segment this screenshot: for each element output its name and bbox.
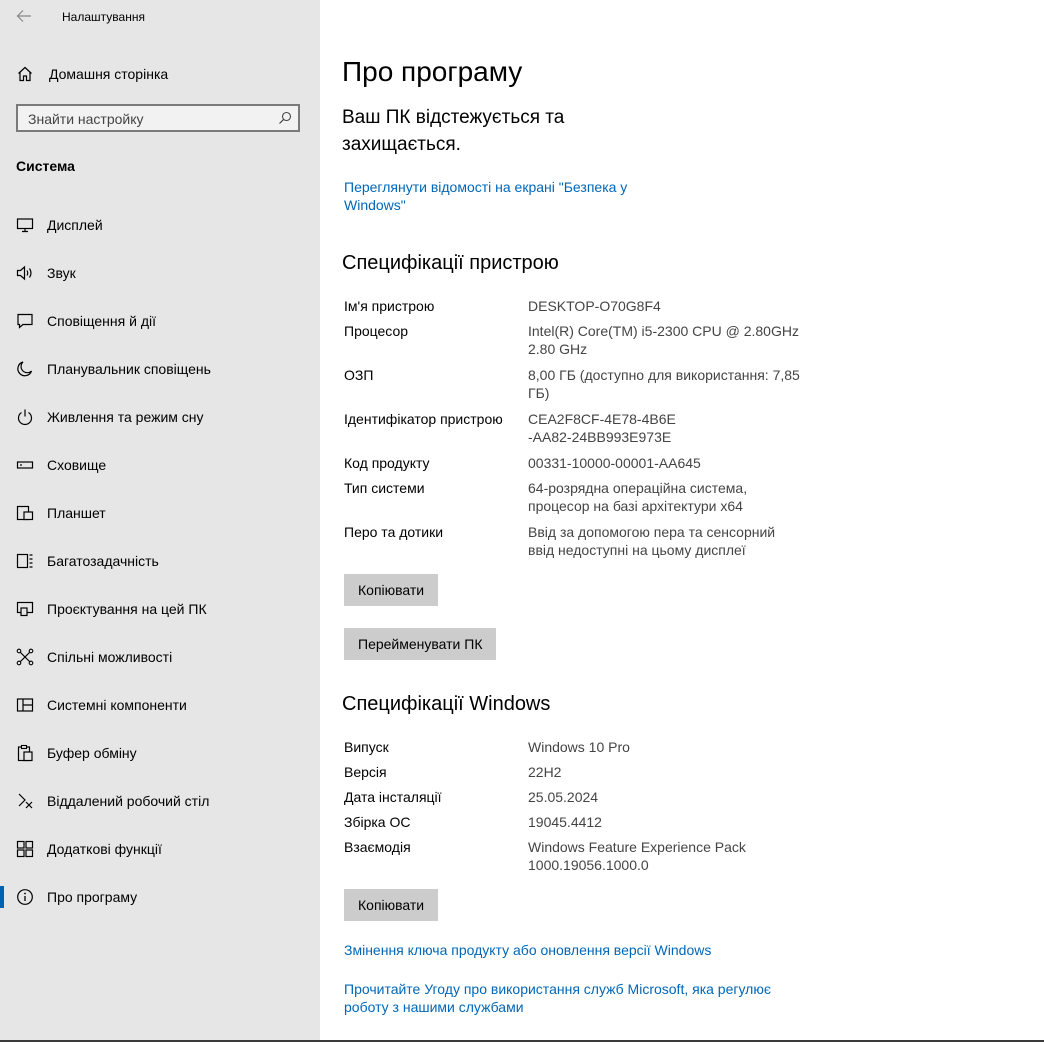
spec-value[interactable]: Ввід за допомогою пера та сенсорний ввід… (528, 523, 783, 559)
sidebar-item-multitasking[interactable]: Багатозадачність (0, 541, 320, 581)
spec-key: Випуск (344, 739, 389, 755)
security-link[interactable]: Переглянути відомості на екрані "Безпека… (344, 178, 654, 214)
sidebar-item-tablet[interactable]: Планшет (0, 493, 320, 533)
spec-value[interactable]: 8,00 ГБ (доступно для використання: 7,85… (528, 366, 813, 402)
active-indicator (0, 886, 4, 908)
power-icon (16, 408, 34, 426)
search-box[interactable] (16, 104, 300, 132)
spec-value[interactable]: Windows 10 Pro (528, 738, 813, 756)
spec-value[interactable]: 25.05.2024 (528, 788, 813, 806)
spec-key: Процесор (344, 323, 409, 339)
home-link[interactable]: Домашня сторінка (0, 58, 320, 90)
spec-key: ОЗП (344, 367, 374, 383)
back-arrow-icon (16, 10, 31, 22)
optional-features-icon (16, 840, 34, 858)
spec-key: Взаємодія (344, 839, 411, 855)
sidebar-item-system-components[interactable]: Системні компоненти (0, 685, 320, 725)
sidebar-item-label: Живлення та режим сну (47, 409, 204, 425)
sidebar-item-label: Сповіщення й дії (47, 313, 156, 329)
rename-pc-button[interactable]: Перейменувати ПК (344, 628, 497, 660)
sidebar-item-power[interactable]: Живлення та режим сну (0, 397, 320, 437)
sidebar-item-storage[interactable]: Сховище (0, 445, 320, 485)
home-label: Домашня сторінка (49, 66, 169, 82)
spec-key: Тип системи (344, 480, 425, 496)
spec-key: Код продукту (344, 455, 430, 471)
protection-status: Ваш ПК відстежується та захищається. (342, 107, 565, 155)
sidebar-item-label: Багатозадачність (47, 553, 159, 569)
spec-value[interactable]: 22H2 (528, 763, 813, 781)
sidebar-item-focus-assist[interactable]: Планувальник сповіщень (0, 349, 320, 389)
sidebar-item-label: Сховище (47, 457, 107, 473)
spec-value[interactable]: CEA2F8CF-4E78-4B6E-AA82-24BB993E973E (528, 410, 678, 446)
section-title: Система (16, 158, 75, 174)
spec-value[interactable]: 19045.4412 (528, 813, 813, 831)
spec-value[interactable]: Intel(R) Core(TM) i5-2300 CPU @ 2.80GHz … (528, 322, 813, 358)
sidebar-item-label: Додаткові функції (47, 841, 162, 857)
sidebar-item-label: Звук (47, 265, 76, 281)
sidebar-item-clipboard[interactable]: Буфер обміну (0, 733, 320, 773)
storage-icon (16, 456, 34, 474)
sidebar-item-notifications[interactable]: Сповіщення й дії (0, 301, 320, 341)
app-title: Налаштування (62, 10, 145, 24)
spec-value[interactable]: DESKTOP-O70G8F4 (528, 297, 813, 315)
projecting-icon (16, 600, 34, 618)
notifications-icon (16, 312, 34, 330)
sidebar-item-label: Дисплей (47, 217, 103, 233)
sidebar-item-sound[interactable]: Звук (0, 253, 320, 293)
sidebar-item-projecting[interactable]: Проєктування на цей ПК (0, 589, 320, 629)
info-icon (16, 888, 34, 906)
sidebar: Налаштування Домашня сторінка Система Ди… (0, 0, 320, 1042)
spec-key: Ім'я пристрою (344, 298, 435, 314)
display-icon (16, 216, 34, 234)
spec-value[interactable]: 00331-10000-00001-AA645 (528, 454, 813, 472)
page-title: Про програму (342, 56, 523, 87)
spec-value[interactable]: 64-розрядна операційна система, процесор… (528, 479, 768, 515)
spec-key: Версія (344, 764, 387, 780)
product-key-link[interactable]: Змінення ключа продукту або оновлення ве… (344, 941, 711, 959)
system-components-icon (16, 696, 34, 714)
spec-value[interactable]: Windows Feature Experience Pack 1000.190… (528, 838, 753, 874)
sidebar-item-label: Планувальник сповіщень (47, 361, 211, 377)
multitasking-icon (16, 552, 34, 570)
back-button[interactable] (10, 4, 38, 28)
remote-desktop-icon (16, 792, 34, 810)
device-specs-heading: Специфікації пристрою (342, 252, 559, 274)
sidebar-item-remote-desktop[interactable]: Віддалений робочий стіл (0, 781, 320, 821)
clipboard-icon (16, 744, 34, 762)
spec-key: Дата інсталяції (344, 789, 442, 805)
main-content: Про програму Ваш ПК відстежується та зах… (320, 0, 1044, 1042)
search-input[interactable] (26, 109, 270, 129)
windows-specs-heading: Специфікації Windows (342, 693, 551, 715)
spec-key: Перо та дотики (344, 524, 444, 540)
copy-windows-specs-button[interactable]: Копіювати (344, 889, 439, 921)
services-agreement-link[interactable]: Прочитайте Угоду про використання служб … (344, 980, 784, 1016)
sidebar-item-label: Проєктування на цей ПК (47, 601, 207, 617)
sidebar-item-display[interactable]: Дисплей (0, 205, 320, 245)
sidebar-item-label: Спільні можливості (47, 649, 173, 665)
copy-device-specs-button[interactable]: Копіювати (344, 574, 439, 606)
sidebar-item-label: Віддалений робочий стіл (47, 793, 210, 809)
sidebar-item-label: Системні компоненти (47, 697, 187, 713)
search-icon[interactable] (278, 111, 292, 125)
spec-key: Збірка ОС (344, 814, 411, 830)
shared-experiences-icon (16, 648, 34, 666)
sidebar-item-label: Планшет (47, 505, 106, 521)
spec-key: Ідентифікатор пристрою (344, 411, 503, 427)
sidebar-item-shared-experiences[interactable]: Спільні можливості (0, 637, 320, 677)
sidebar-item-optional-features[interactable]: Додаткові функції (0, 829, 320, 869)
moon-icon (16, 360, 34, 378)
sidebar-item-label: Буфер обміну (47, 745, 137, 761)
sidebar-item-about[interactable]: Про програму (0, 877, 320, 917)
titlebar: Налаштування (0, 0, 320, 34)
home-icon (16, 65, 34, 83)
sidebar-item-label: Про програму (47, 889, 138, 905)
speaker-icon (16, 264, 34, 282)
tablet-icon (16, 504, 34, 522)
